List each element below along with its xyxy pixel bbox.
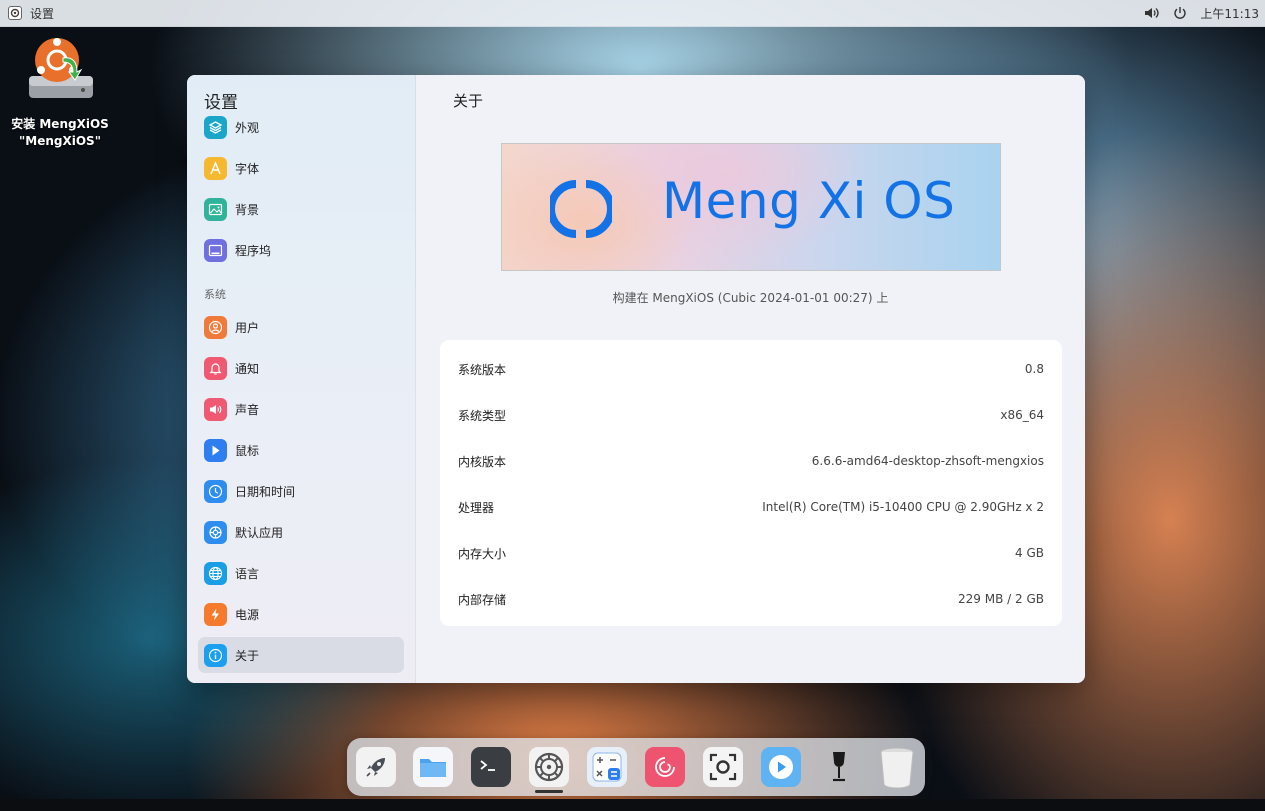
sidebar-item-label: 外观 [235,120,260,135]
bottom-strip [0,799,1265,811]
sidebar-item-appearance[interactable]: 外观 [198,109,404,145]
info-key: 系统类型 [458,408,507,423]
top-panel: 设置 上午11:13 [0,0,1265,27]
sidebar-item-notifications[interactable]: 通知 [198,350,404,386]
info-value: Intel(R) Core(TM) i5-10400 CPU @ 2.90GHz… [762,500,1044,514]
info-icon [204,643,227,667]
settings-icon[interactable] [529,747,569,787]
screenshot-icon[interactable] [703,747,743,787]
media-player-icon[interactable] [761,747,801,787]
system-info-card: 系统版本 0.8 系统类型 x86_64 内核版本 6.6.6-amd64-de… [440,340,1062,626]
info-value: 0.8 [1024,362,1044,376]
os-name-logotype: Meng Xi OS [662,172,956,230]
sidebar-item-label: 程序坞 [235,243,272,258]
default-apps-icon [204,520,227,544]
sidebar-item-mouse[interactable]: 鼠标 [198,432,404,468]
mengxi-logo-icon [550,180,612,238]
sidebar-item-label: 背景 [235,202,260,217]
globe-icon [204,561,227,585]
wine-icon[interactable] [819,747,859,787]
top-panel-right: 上午11:13 [1144,5,1259,22]
sidebar-item-label: 语言 [235,566,260,581]
sidebar-item-label: 字体 [235,161,260,176]
terminal-icon[interactable] [471,747,511,787]
user-icon [204,315,227,339]
sidebar-item-sound[interactable]: 声音 [198,391,404,427]
sidebar-item-power[interactable]: 电源 [198,596,404,632]
build-info: 构建在 MengXiOS (Cubic 2024-01-01 00:27) 上 [612,291,889,305]
cursor-icon [204,438,227,462]
power-bolt-icon [204,602,227,626]
debian-app-icon[interactable] [645,747,685,787]
info-row-os-type: 系统类型 x86_64 [458,403,1044,427]
desktop-icon-label-line1: 安装 MengXiOS [11,117,109,131]
os-logo-banner: Meng Xi OS [501,143,1001,271]
sidebar-item-label: 日期和时间 [235,484,296,499]
desktop-icon-label-line2: "MengXiOS" [19,134,101,148]
sidebar-item-dock[interactable]: 程序坞 [198,232,404,268]
dock-icon [204,238,227,262]
info-key: 内部存储 [458,592,507,607]
info-key: 系统版本 [458,362,507,377]
clock[interactable]: 上午11:13 [1200,5,1259,22]
sidebar-item-label: 通知 [235,361,260,376]
about-panel: 关于 Meng Xi OS 构建在 MengXiOS (Cubic 2024-0… [416,75,1085,683]
installer-drive-icon [23,34,97,104]
trash-icon[interactable] [877,747,917,788]
power-icon[interactable] [1172,5,1188,21]
sound-icon [204,397,227,421]
info-row-memory: 内存大小 4 GB [458,541,1044,565]
page-title: 关于 [453,92,484,110]
volume-icon[interactable] [1144,5,1160,21]
top-panel-left: 设置 [8,5,54,22]
sidebar-item-label: 鼠标 [235,443,260,458]
info-value: 229 MB / 2 GB [958,592,1044,606]
sidebar-section-system: 系统 [204,288,226,301]
files-icon[interactable] [413,747,453,787]
info-value: x86_64 [1000,408,1044,422]
active-app-title: 设置 [30,6,55,21]
sidebar-item-default-apps[interactable]: 默认应用 [198,514,404,550]
settings-window: 设置 外观 字体 背景 程序坞 系统 用户 通知 声音 鼠标 日期和时间 默认应… [187,75,1085,683]
font-icon [204,156,227,180]
sidebar-item-label: 用户 [235,320,260,335]
appearance-icon [204,115,227,139]
desktop-icon-install-mengxios[interactable]: 安装 MengXiOS "MengXiOS" [10,34,110,150]
calculator-icon[interactable] [587,747,627,787]
desktop-icon-label: 安装 MengXiOS "MengXiOS" [11,116,109,150]
running-indicator [535,790,563,793]
sidebar-item-label: 默认应用 [235,525,284,540]
info-row-os-version: 系统版本 0.8 [458,357,1044,381]
clock-icon [204,479,227,503]
info-row-processor: 处理器 Intel(R) Core(TM) i5-10400 CPU @ 2.9… [458,495,1044,519]
sidebar-item-users[interactable]: 用户 [198,309,404,345]
info-row-storage: 内部存储 229 MB / 2 GB [458,587,1044,611]
settings-app-icon[interactable] [8,6,22,20]
dock [347,738,925,796]
launcher-icon[interactable] [356,747,396,787]
settings-sidebar: 设置 外观 字体 背景 程序坞 系统 用户 通知 声音 鼠标 日期和时间 默认应… [187,75,416,683]
sidebar-item-label: 电源 [235,607,260,622]
info-row-kernel: 内核版本 6.6.6-amd64-desktop-zhsoft-mengxios [458,449,1044,473]
sidebar-item-background[interactable]: 背景 [198,191,404,227]
wallpaper-icon [204,197,227,221]
sidebar-item-language[interactable]: 语言 [198,555,404,591]
info-key: 内存大小 [458,546,507,561]
info-value: 6.6.6-amd64-desktop-zhsoft-mengxios [811,454,1044,468]
info-value: 4 GB [1015,546,1044,560]
bell-icon [204,356,227,380]
info-key: 内核版本 [458,454,507,469]
sidebar-item-about[interactable]: 关于 [198,637,404,673]
sidebar-item-font[interactable]: 字体 [198,150,404,186]
sidebar-item-label: 声音 [235,402,260,417]
sidebar-item-label: 关于 [235,648,260,663]
info-key: 处理器 [458,500,495,515]
sidebar-item-datetime[interactable]: 日期和时间 [198,473,404,509]
